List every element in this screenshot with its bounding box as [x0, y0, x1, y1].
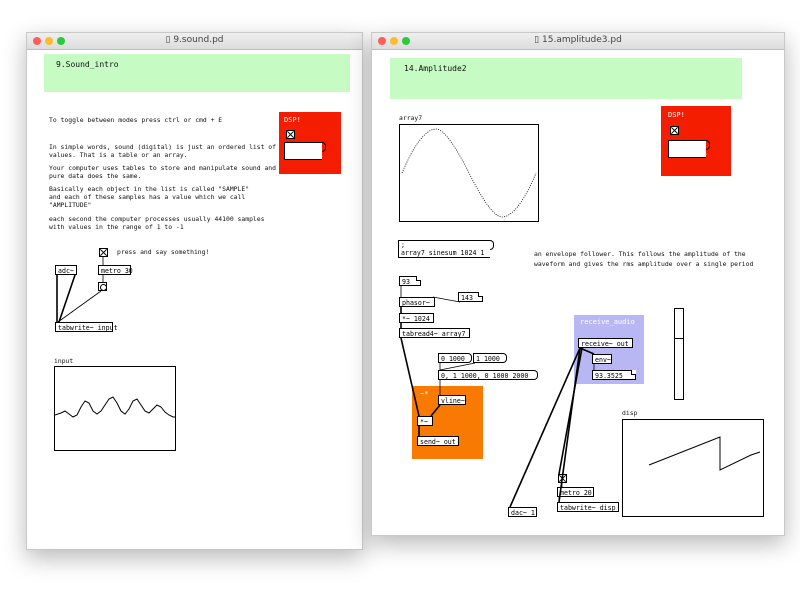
document-icon: ▯	[534, 35, 542, 45]
window-title: ▯ 15.amplitude3.pd	[372, 35, 784, 45]
left-titlebar[interactable]: ▯ 9.sound.pd	[27, 33, 362, 50]
right-window: ▯ 15.amplitude3.pd 14.Amplitude2 DSP! ; …	[371, 32, 785, 536]
window-title-text: 15.amplitude3.pd	[542, 35, 622, 45]
input-waveform	[54, 396, 175, 418]
patch-canvas[interactable]: 14.Amplitude2 DSP! ; pd dsp $1 array7 ; …	[372, 50, 784, 535]
right-titlebar[interactable]: ▯ 15.amplitude3.pd	[372, 33, 784, 50]
left-window: ▯ 9.sound.pd 9.Sound_intro DSP! ; pd dsp…	[26, 32, 363, 550]
patch-canvas[interactable]: 9.Sound_intro DSP! ; pd dsp $1 To toggle…	[27, 50, 362, 549]
wires	[400, 286, 595, 508]
window-title: ▯ 9.sound.pd	[27, 35, 362, 45]
input-graph	[54, 366, 176, 451]
window-title-text: 9.sound.pd	[173, 35, 224, 45]
wires	[56, 257, 104, 323]
graph-label: input	[54, 357, 74, 365]
